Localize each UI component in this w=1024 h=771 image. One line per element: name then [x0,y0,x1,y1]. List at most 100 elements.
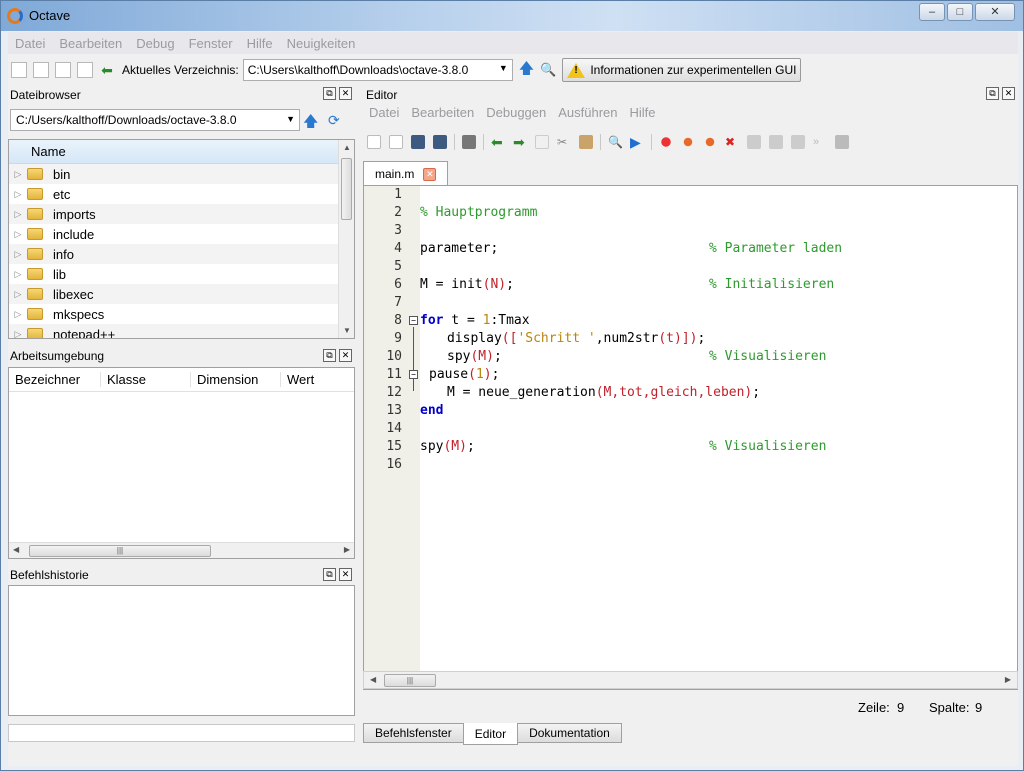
maximize-button[interactable]: □ [947,3,973,21]
history-list[interactable] [8,585,355,716]
previous-breakpoint-icon[interactable] [703,135,717,149]
history-filter-input[interactable] [8,724,355,742]
paste-icon[interactable] [77,62,93,78]
toggle-breakpoint-icon[interactable] [659,135,673,149]
indent-icon[interactable] [791,135,805,149]
list-item[interactable]: ▷ imports [9,204,339,224]
expand-icon[interactable]: ▷ [9,329,27,339]
tab-dokumentation[interactable]: Dokumentation [517,723,622,743]
open-file-icon[interactable] [389,135,403,149]
arrow-up-icon[interactable]: 🡅 [519,58,534,83]
expand-icon[interactable]: ▷ [9,189,27,200]
column-header[interactable]: Dimension [191,372,281,387]
menu-datei[interactable]: Datei [8,36,52,51]
chevron-down-icon[interactable]: ▼ [286,114,295,124]
close-panel-icon[interactable]: ✕ [1002,87,1015,100]
list-item[interactable]: ▷ include [9,224,339,244]
scroll-left-icon[interactable]: ◀ [370,675,376,684]
minimize-button[interactable]: – [919,3,945,21]
undock-icon[interactable]: ⧉ [323,349,336,362]
name-column-header[interactable]: Name [9,140,339,164]
tab-befehlsfenster[interactable]: Befehlsfenster [363,723,464,743]
tab-editor[interactable]: Editor [462,723,519,745]
expand-icon[interactable]: ▷ [9,269,27,280]
arrow-up-icon[interactable]: 🡅 [303,111,318,136]
editor-menu-ausfuehren[interactable]: Ausführen [552,105,623,120]
scroll-thumb[interactable] [341,158,352,220]
close-panel-icon[interactable]: ✕ [339,87,352,100]
code-editor[interactable]: 1 2% Hauptprogramm 3 4 parameter;% Parame… [363,185,1018,690]
undock-icon[interactable]: ⧉ [986,87,999,100]
remove-breakpoints-icon[interactable]: ✖ [725,135,739,149]
cut-icon[interactable]: ✂ [557,135,571,149]
comment-icon[interactable] [747,135,761,149]
expand-icon[interactable]: ▷ [9,209,27,220]
scroll-down-icon[interactable]: ▼ [343,326,351,335]
scroll-thumb[interactable]: ||| [384,674,436,687]
column-header[interactable]: Klasse [101,372,191,387]
undo-icon[interactable]: ⬅ [99,62,115,78]
file-browser-vscroll[interactable]: ▲ ▼ [338,140,354,338]
run-icon[interactable]: ▶ [630,135,644,149]
find-icon[interactable]: 🔍 [608,135,623,149]
editor-menu-bearbeiten[interactable]: Bearbeiten [405,105,480,120]
redo-icon[interactable]: ➡ [513,135,527,149]
column-header[interactable]: Wert [281,372,351,387]
tab-main-m[interactable]: main.m ✕ [363,161,448,186]
bookmark-icon[interactable] [835,135,849,149]
editor-menu-datei[interactable]: Datei [363,105,405,120]
menu-bearbeiten[interactable]: Bearbeiten [52,36,129,51]
new-file-icon[interactable] [367,135,381,149]
scroll-thumb[interactable]: ||| [29,545,211,557]
expand-icon[interactable]: ▷ [9,229,27,240]
editor-menu-debuggen[interactable]: Debuggen [480,105,552,120]
file-browser-path-combobox[interactable]: C:/Users/kalthoff/Downloads/octave-3.8.0… [10,109,300,131]
scroll-right-icon[interactable]: ▶ [344,545,350,554]
experimental-gui-info-button[interactable]: Informationen zur experimentellen GUI [562,58,802,82]
new-file-icon[interactable] [11,62,27,78]
editor-hscroll[interactable]: ◀ ||| ▶ [363,671,1018,689]
chevron-down-icon[interactable]: ▼ [499,63,508,73]
list-item[interactable]: ▷ info [9,244,339,264]
undo-icon[interactable]: ⬅ [491,135,505,149]
scroll-left-icon[interactable]: ◀ [13,545,19,554]
column-header[interactable]: Bezeichner [9,372,101,387]
list-item[interactable]: ▷ mkspecs [9,304,339,324]
list-item[interactable]: ▷ lib [9,264,339,284]
next-breakpoint-icon[interactable] [681,135,695,149]
uncomment-icon[interactable] [769,135,783,149]
list-item[interactable]: ▷ etc [9,184,339,204]
menu-neuigkeiten[interactable]: Neuigkeiten [280,36,363,51]
copy-icon[interactable] [55,62,71,78]
sync-icon[interactable]: ⟳ [328,112,340,129]
editor-menu-hilfe[interactable]: Hilfe [624,105,662,120]
current-dir-combobox[interactable]: C:\Users\kalthoff\Downloads\octave-3.8.0… [242,59,513,81]
close-icon[interactable]: ✕ [423,167,437,181]
expand-icon[interactable]: ▷ [9,289,27,300]
paste-icon[interactable] [579,135,593,149]
save-icon[interactable] [411,135,425,149]
close-button[interactable]: ✕ [975,3,1015,21]
fold-toggle-icon[interactable]: − [409,370,418,379]
search-icon[interactable]: 🔍 [540,62,556,78]
menu-debug[interactable]: Debug [129,36,181,51]
scroll-up-icon[interactable]: ▲ [343,143,351,152]
close-panel-icon[interactable]: ✕ [339,568,352,581]
undock-icon[interactable]: ⧉ [323,87,336,100]
list-item[interactable]: ▷ libexec [9,284,339,304]
scroll-right-icon[interactable]: ▶ [1005,675,1011,684]
expand-icon[interactable]: ▷ [9,249,27,260]
workspace-hscroll[interactable]: ◀ ||| ▶ [9,542,354,558]
save-as-icon[interactable] [433,135,447,149]
undock-icon[interactable]: ⧉ [323,568,336,581]
menu-fenster[interactable]: Fenster [182,36,240,51]
expand-icon[interactable]: ▷ [9,309,27,320]
list-item[interactable]: ▷ bin [9,164,339,184]
print-icon[interactable] [462,135,476,149]
copy-icon[interactable] [535,135,549,149]
open-file-icon[interactable] [33,62,49,78]
menu-hilfe[interactable]: Hilfe [240,36,280,51]
close-panel-icon[interactable]: ✕ [339,349,352,362]
expand-icon[interactable]: ▷ [9,169,27,180]
list-item[interactable]: ▷ notepad++ [9,324,339,339]
